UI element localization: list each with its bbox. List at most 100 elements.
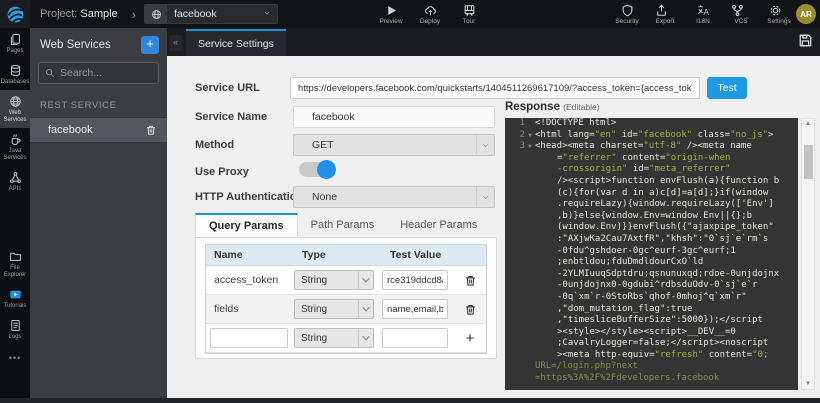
scroll-down-arrow[interactable]: ▼ — [802, 381, 814, 387]
line-number — [505, 153, 525, 165]
code-line: /><script>function envFlush(a){function … — [505, 176, 798, 188]
scrollbar-thumb[interactable] — [804, 145, 813, 179]
rail-item-file-explorer[interactable]: File Explorer — [0, 245, 30, 283]
tour-button[interactable]: Tour — [456, 0, 482, 28]
apis-icon — [9, 171, 22, 184]
line-number — [505, 164, 525, 176]
security-button[interactable]: Security — [614, 0, 640, 28]
security-icon — [621, 4, 634, 17]
add-service-button[interactable]: + — [141, 36, 159, 54]
service-selector-dropdown[interactable]: facebook — [144, 4, 278, 24]
user-avatar[interactable]: AR — [796, 4, 816, 24]
tour-icon — [463, 4, 476, 17]
rail-item-label: File Explorer — [0, 265, 30, 279]
fold-gutter — [525, 257, 535, 269]
tab-path-params[interactable]: Path Params — [298, 213, 388, 237]
params-table: NameTypeTest Valueaccess_tokenStringfiel… — [205, 244, 487, 354]
param-type-dropdown[interactable]: String — [294, 299, 374, 319]
scroll-up-arrow[interactable]: ▲ — [802, 121, 814, 127]
rail-item-apis[interactable]: APIs — [0, 166, 30, 197]
param-type-dropdown[interactable]: String — [294, 328, 374, 348]
use-proxy-label: Use Proxy — [195, 166, 249, 178]
code-line: (c){for(var d in a)c[d]=a[d];}if(window — [505, 188, 798, 200]
rail-item-label: Web Services — [0, 110, 30, 124]
param-test-value-input[interactable] — [382, 328, 448, 348]
params-tabs: Query ParamsPath ParamsHeader Params — [195, 213, 490, 237]
code-line: (window.Env)}}envFlush({"ajaxpipe_token" — [505, 222, 798, 234]
tab-service-settings[interactable]: Service Settings — [186, 29, 286, 56]
rail-item-databases[interactable]: Databases — [0, 59, 30, 90]
response-editable-hint: (Editable) — [563, 102, 599, 112]
service-item-facebook[interactable]: facebook — [30, 117, 167, 143]
fold-gutter — [525, 327, 535, 339]
fold-gutter — [525, 361, 535, 373]
delete-param-button[interactable] — [464, 274, 477, 287]
use-proxy-toggle[interactable] — [299, 162, 335, 177]
code-line: .requireLazy){window.requireLazy(['Env'] — [505, 199, 798, 211]
tab-query-params[interactable]: Query Params — [195, 213, 298, 237]
collapse-panel-button[interactable]: « — [169, 35, 182, 51]
line-number — [505, 280, 525, 292]
action-label: VCS — [734, 18, 747, 25]
rail-item-pages[interactable]: Pages — [0, 28, 30, 59]
editor-scrollbar[interactable]: ▲ ▼ — [801, 118, 815, 390]
code-line: ><meta http-equiv="refresh" content="0; — [505, 350, 798, 362]
http-auth-label: HTTP Authentication — [195, 191, 303, 203]
line-number — [505, 338, 525, 350]
service-url-input[interactable] — [290, 77, 700, 99]
javaservices-icon — [9, 133, 22, 146]
settings-button[interactable]: Settings — [766, 0, 792, 28]
preview-button[interactable]: Preview — [378, 0, 404, 28]
param-type-dropdown[interactable]: String — [294, 270, 374, 290]
service-name-label: Service Name — [195, 111, 267, 123]
method-dropdown[interactable]: GET — [293, 134, 495, 156]
method-label: Method — [195, 139, 234, 151]
param-test-value-input[interactable] — [382, 270, 448, 290]
export-button[interactable]: Export — [652, 0, 678, 28]
http-auth-dropdown[interactable]: None — [293, 186, 495, 208]
line-number: 1 — [505, 118, 525, 130]
fold-gutter — [525, 164, 535, 176]
project-label: Project: Sample — [40, 8, 118, 20]
fold-gutter — [525, 199, 535, 211]
rail-item-label: Pages — [6, 48, 23, 55]
param-test-value-input[interactable] — [382, 299, 448, 319]
left-rail: Pages Databases Web Services Java ServicesA… — [0, 28, 30, 403]
app-logo[interactable] — [0, 0, 30, 28]
delete-service-button[interactable] — [145, 124, 157, 136]
line-number — [505, 327, 525, 339]
search-input[interactable] — [60, 67, 160, 79]
i18n-icon: A — [697, 4, 710, 17]
code-line: -0q`xm`r-0StoRbs`qhof-0mhoj^q`xm`r" — [505, 292, 798, 304]
rail-item-logs[interactable]: Logs — [0, 314, 30, 345]
more-options-button[interactable]: ••• — [0, 353, 30, 363]
fold-marker-icon[interactable]: ▼ — [525, 130, 535, 142]
deploy-button[interactable]: Deploy — [417, 0, 443, 28]
databases-icon — [9, 64, 22, 77]
save-button[interactable] — [798, 33, 813, 53]
test-button[interactable]: Test — [707, 77, 747, 99]
action-label: Export — [656, 18, 675, 25]
line-number — [505, 304, 525, 316]
rail-item-tutorials[interactable]: Tutorials — [0, 283, 30, 314]
new-param-name-input[interactable] — [210, 328, 288, 348]
fold-gutter — [525, 153, 535, 165]
delete-param-button[interactable] — [464, 303, 477, 316]
i18n-button[interactable]: AI18N — [690, 0, 716, 28]
vcs-button[interactable]: VCS — [728, 0, 754, 28]
tab-header-params[interactable]: Header Params — [387, 213, 490, 237]
globe-icon — [145, 5, 167, 23]
main-tab-bar: « Service Settings — [167, 28, 820, 56]
fold-marker-icon[interactable]: ▼ — [525, 141, 535, 153]
param-name: fields — [206, 303, 294, 315]
add-param-button[interactable]: + — [466, 330, 475, 347]
code-line: ,"timesliceBufferSize":5000});</script — [505, 315, 798, 327]
fold-gutter — [525, 315, 535, 327]
deploy-icon — [424, 4, 437, 17]
column-header: Name — [206, 245, 294, 265]
response-code-editor[interactable]: 1<!DOCTYPE html>2▼<html lang="en" id="fa… — [505, 118, 798, 390]
rail-item-web-services[interactable]: Web Services — [0, 90, 30, 128]
search-box[interactable] — [38, 62, 159, 84]
vcs-icon — [731, 4, 744, 17]
rail-item-java-services[interactable]: Java Services — [0, 128, 30, 166]
